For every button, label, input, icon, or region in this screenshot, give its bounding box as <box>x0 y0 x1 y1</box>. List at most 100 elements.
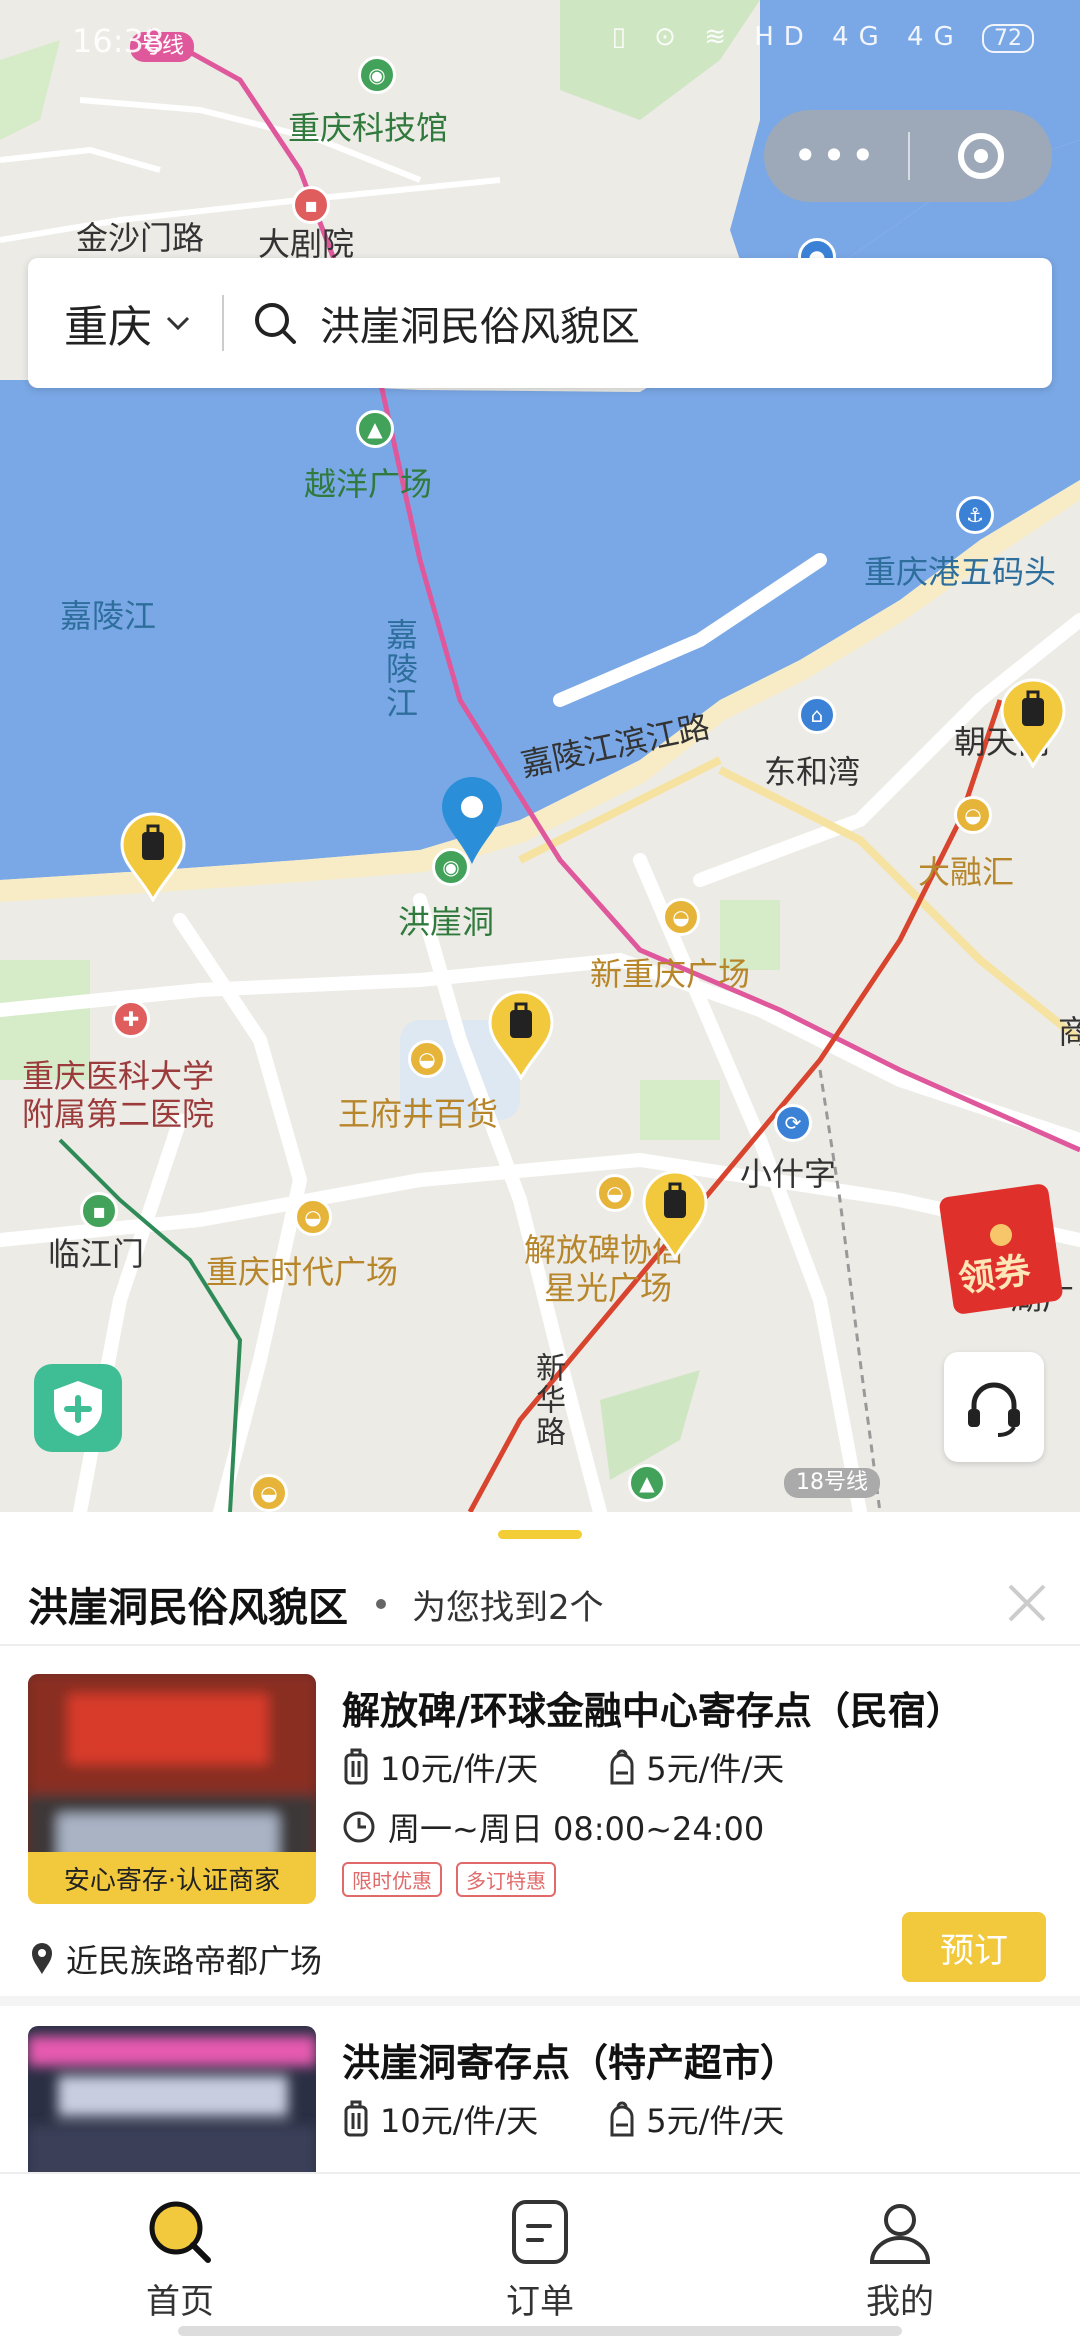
luggage-storage-pin-icon[interactable] <box>488 990 554 1080</box>
status-bar: 16:38 ▯ ⊙ ≋ HD 4G 4G 72 <box>0 0 1080 80</box>
suitcase-icon <box>344 1748 368 1785</box>
map-label-museum: 重庆科技馆 <box>288 109 449 147</box>
price-luggage: 10元/件/天 <box>380 2102 539 2140</box>
clock-icon <box>343 1811 375 1843</box>
status-time: 16:38 <box>72 22 165 60</box>
map-label-xinhua: 新华路 <box>530 1352 565 1448</box>
map-label-xiaoshizi: 小什字 <box>740 1155 837 1193</box>
search-bar: 重庆 洪崖洞民俗风貌区 <box>28 258 1052 388</box>
tab-profile[interactable]: 我的 <box>800 2196 1000 2323</box>
map-label-linjiangmen: 临江门 <box>48 1235 145 1273</box>
map-label-donghewan: 东和湾 <box>764 753 861 791</box>
location-pin-icon[interactable] <box>440 776 504 866</box>
chevron-down-icon <box>166 316 190 331</box>
suitcase-icon <box>344 2100 368 2137</box>
store-name: 解放碑/环球金融中心寄存点（民宿） <box>342 1689 964 1733</box>
city-selector[interactable]: 重庆 <box>64 291 192 355</box>
price-luggage: 10元/件/天 <box>380 1750 539 1788</box>
store-address: 近民族路帝都广场 <box>66 1942 323 1980</box>
storage-card[interactable]: 洪崖洞寄存点（特产超市） 10元/件/天 5元/件/天 <box>0 1998 1080 2172</box>
backpack-icon <box>610 1749 634 1785</box>
separator-dot <box>376 1599 386 1609</box>
store-name: 洪崖洞寄存点（特产超市） <box>342 2041 799 2085</box>
map-label-jinsha: 金沙门路 <box>76 219 205 257</box>
address-row: 近民族路帝都广场 <box>30 1936 322 1982</box>
price-row: 10元/件/天 5元/件/天 <box>342 1744 784 1790</box>
map-label-theatre: 大剧院 <box>258 225 355 263</box>
book-button[interactable]: 预订 <box>902 1912 1046 1982</box>
target-icon <box>958 133 1004 179</box>
sheet-drag-handle[interactable] <box>498 1530 582 1539</box>
map-label-darongh: 大融汇 <box>918 853 1015 891</box>
home-indicator <box>178 2326 902 2336</box>
miniprogram-capsule: ••• <box>764 110 1052 202</box>
park-poi-icon[interactable]: ▲ <box>356 410 394 448</box>
headset-icon <box>968 1382 1020 1437</box>
search-home-icon <box>149 2201 211 2263</box>
customer-service-button[interactable] <box>944 1352 1044 1462</box>
promo-tag: 限时优惠 <box>342 1862 442 1897</box>
results-sheet: 洪崖洞民俗风貌区 为您找到2个 安心寄存·认证商家 解放碑/环球金融中心寄存点（… <box>0 1512 1080 2172</box>
close-miniprogram-button[interactable] <box>910 133 1052 179</box>
map-label-jialingjiang-vertical: 嘉陵江 <box>381 618 419 720</box>
mall-poi-icon-times[interactable]: ◒ <box>294 1198 332 1236</box>
mall-poi-icon-south[interactable]: ◒ <box>250 1474 288 1512</box>
map-label-hongyadong: 洪崖洞 <box>398 903 495 941</box>
map-label-port: 重庆港五码头 <box>864 553 1057 591</box>
location-pin-icon <box>32 1943 52 1974</box>
user-icon <box>869 2204 931 2264</box>
luggage-storage-pin-icon[interactable] <box>642 1170 708 1260</box>
coupon-button[interactable]: 领券 <box>938 1182 1064 1316</box>
metro-poi-icon-linjiangmen[interactable]: ▪ <box>80 1192 118 1230</box>
tab-home-label: 首页 <box>146 2282 214 2322</box>
map-label-line18: 18号线 <box>784 1468 880 1498</box>
storage-card[interactable]: 安心寄存·认证商家 解放碑/环球金融中心寄存点（民宿） 10元/件/天 5元/件… <box>0 1646 1080 1996</box>
price-row: 10元/件/天 5元/件/天 <box>342 2096 784 2142</box>
tab-profile-label: 我的 <box>866 2282 934 2322</box>
promo-tag: 多订特惠 <box>456 1862 556 1897</box>
residence-poi-icon[interactable]: ⌂ <box>798 696 836 734</box>
map-label-hospital-line2: 附属第二医院 <box>22 1095 215 1133</box>
map-label-hospital-line1: 重庆医科大学 <box>22 1057 215 1095</box>
metro-poi-icon[interactable]: ▪ <box>292 186 330 224</box>
store-photo <box>28 2026 316 2172</box>
coupon-label: 领券 <box>955 1250 1034 1301</box>
map-label-wangfujing: 王府井百货 <box>338 1095 499 1133</box>
signal-wifi-icons: ▯ ⊙ ≋ HD 4G 4G <box>611 22 964 52</box>
mall-poi-icon-jfb[interactable]: ◒ <box>596 1174 634 1212</box>
backpack-icon <box>610 2101 634 2137</box>
map-view[interactable]: 重庆科技馆 金沙门路 大剧院 越洋广场 嘉陵江 嘉陵江 重庆港五码头 嘉陵江滨江… <box>0 0 1080 1512</box>
shield-plus-icon <box>54 1381 102 1436</box>
map-label-jialingjiang: 嘉陵江 <box>60 597 157 635</box>
mall-poi-icon-newplaza[interactable]: ◒ <box>662 898 700 936</box>
orders-icon <box>512 2200 568 2264</box>
map-label-right-edge-1: 商 <box>1058 1013 1080 1051</box>
results-title: 洪崖洞民俗风貌区 <box>28 1585 348 1631</box>
mall-poi-icon-wangfujing[interactable]: ◒ <box>408 1040 446 1078</box>
tab-orders[interactable]: 订单 <box>440 2196 640 2323</box>
map-label-jfb-line2: 星光广场 <box>544 1269 673 1307</box>
status-icons: ▯ ⊙ ≋ HD 4G 4G 72 <box>612 22 1034 53</box>
luggage-storage-pin-icon[interactable] <box>1000 678 1066 768</box>
map-label-yueyang: 越洋广场 <box>304 465 433 503</box>
search-divider <box>222 295 224 351</box>
results-count: 为您找到2个 <box>412 1587 604 1628</box>
price-bag: 5元/件/天 <box>646 2102 785 2140</box>
anchor-poi-icon[interactable]: ⚓ <box>956 496 994 534</box>
more-menu-button[interactable]: ••• <box>764 135 908 177</box>
park-poi-icon-south[interactable]: ▲ <box>628 1464 666 1502</box>
opening-hours: 周一~周日 08:00~24:00 <box>388 1810 765 1848</box>
luggage-storage-pin-icon[interactable] <box>120 812 186 902</box>
promo-tags: 限时优惠 多订特惠 <box>342 1862 570 1897</box>
price-bag: 5元/件/天 <box>646 1750 785 1788</box>
search-input[interactable]: 洪崖洞民俗风貌区 <box>320 294 640 352</box>
map-label-times-square: 重庆时代广场 <box>206 1253 399 1291</box>
safety-button[interactable] <box>34 1364 122 1452</box>
search-icon <box>255 303 296 344</box>
mall-poi-icon-darongh[interactable]: ◒ <box>954 796 992 834</box>
tab-home[interactable]: 首页 <box>80 2196 280 2323</box>
close-icon[interactable] <box>1002 1578 1052 1628</box>
battery-icon: 72 <box>982 24 1034 53</box>
hospital-poi-icon[interactable]: ✚ <box>112 1000 150 1038</box>
metro-transfer-poi-icon[interactable]: ⟳ <box>774 1104 812 1142</box>
